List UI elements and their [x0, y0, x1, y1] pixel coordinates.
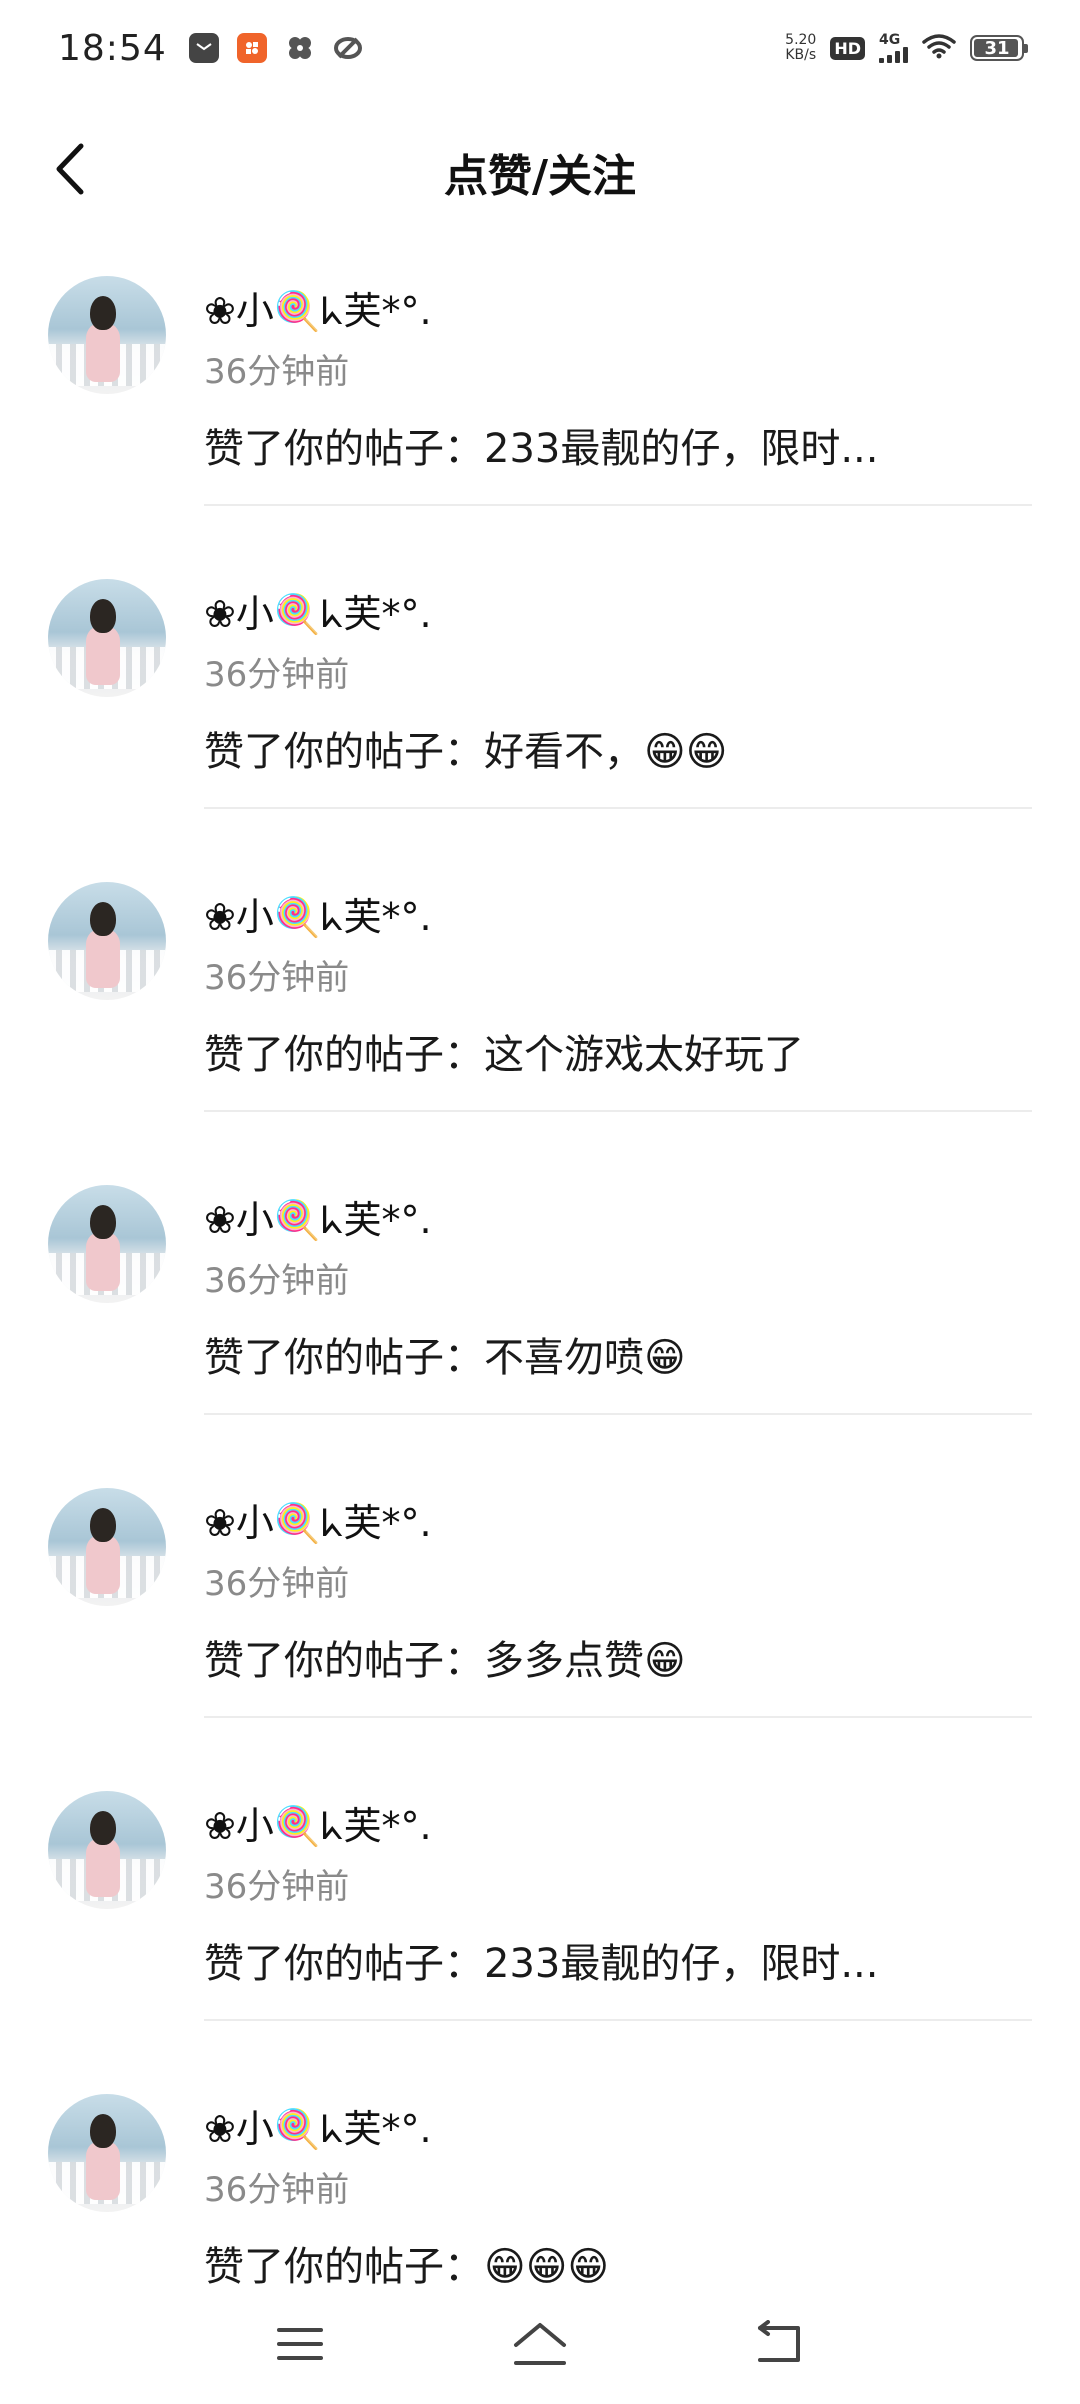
list-item[interactable]: ❀小🍭ᖾ芙*°. 36分钟前 赞了你的帖子：好看不，😁😁	[0, 575, 1080, 878]
username[interactable]: ❀小🍭ᖾ芙*°.	[204, 1189, 432, 1244]
username[interactable]: ❀小🍭ᖾ芙*°.	[204, 886, 432, 941]
home-icon	[514, 2323, 566, 2365]
status-bar: 18:54 5.20 KB/s HD 4G 31	[0, 0, 1080, 96]
network-type: 4G	[879, 32, 901, 48]
username[interactable]: ❀小🍭ᖾ芙*°.	[204, 280, 432, 335]
notification-text[interactable]: 赞了你的帖子：233最靓的仔，限时...	[204, 1931, 879, 1989]
list-item[interactable]: ❀小🍭ᖾ芙*°. 36分钟前 赞了你的帖子：多多点赞😁	[0, 1484, 1080, 1787]
network-speed: 5.20 KB/s	[785, 33, 816, 63]
notification-text[interactable]: 赞了你的帖子：多多点赞😁	[204, 1628, 686, 1686]
username[interactable]: ❀小🍭ᖾ芙*°.	[204, 1795, 432, 1850]
timestamp: 36分钟前	[204, 1867, 350, 1907]
network-speed-value: 5.20	[785, 32, 817, 48]
list-item[interactable]: ❀小🍭ᖾ芙*°. 36分钟前 赞了你的帖子：这个游戏太好玩了	[0, 878, 1080, 1181]
avatar[interactable]	[48, 882, 166, 1000]
notification-text[interactable]: 赞了你的帖子：好看不，😁😁	[204, 719, 727, 777]
timestamp: 36分钟前	[204, 352, 350, 392]
system-navigation-bar	[0, 2284, 1080, 2404]
avatar[interactable]	[48, 579, 166, 697]
menu-button[interactable]	[265, 2314, 335, 2374]
hd-badge: HD	[830, 36, 865, 60]
page-title: 点赞/关注	[443, 151, 637, 202]
timestamp: 36分钟前	[204, 1564, 350, 1604]
avatar[interactable]	[48, 276, 166, 394]
avatar[interactable]	[48, 1791, 166, 1909]
divider	[204, 504, 1032, 506]
wifi-icon	[922, 33, 956, 63]
menu-icon	[277, 2328, 323, 2360]
list-item[interactable]: ❀小🍭ᖾ芙*°. 36分钟前 赞了你的帖子：233最靓的仔，限时...	[0, 272, 1080, 575]
pinwheel-app-icon	[285, 33, 315, 63]
list-item[interactable]: ❀小🍭ᖾ芙*°. 36分钟前 赞了你的帖子：233最靓的仔，限时...	[0, 1787, 1080, 2090]
avatar[interactable]	[48, 1488, 166, 1606]
game-app-icon	[236, 33, 267, 63]
username[interactable]: ❀小🍭ᖾ芙*°.	[204, 583, 432, 638]
timestamp: 36分钟前	[204, 1261, 350, 1301]
list-item[interactable]: ❀小🍭ᖾ芙*°. 36分钟前 赞了你的帖子：不喜勿喷😁	[0, 1181, 1080, 1484]
back-arrow-icon	[758, 2320, 800, 2362]
divider	[204, 807, 1032, 809]
status-indicators: 5.20 KB/s HD 4G 31	[785, 33, 1028, 63]
link-app-icon	[333, 33, 363, 63]
divider	[204, 1716, 1032, 1718]
username[interactable]: ❀小🍭ᖾ芙*°.	[204, 1492, 432, 1547]
notification-text[interactable]: 赞了你的帖子：这个游戏太好玩了	[204, 1022, 804, 1080]
notification-text[interactable]: 赞了你的帖子：233最靓的仔，限时...	[204, 416, 879, 474]
home-button[interactable]	[505, 2314, 575, 2374]
timestamp: 36分钟前	[204, 2170, 350, 2210]
status-time: 18:54	[58, 27, 167, 69]
divider	[204, 1413, 1032, 1415]
network-speed-unit: KB/s	[785, 47, 817, 63]
battery-level: 31	[984, 37, 1010, 59]
avatar[interactable]	[48, 1185, 166, 1303]
battery-icon: 31	[970, 35, 1028, 61]
timestamp: 36分钟前	[204, 958, 350, 998]
timestamp: 36分钟前	[204, 655, 350, 695]
back-nav-button[interactable]	[745, 2314, 815, 2374]
username[interactable]: ❀小🍭ᖾ芙*°.	[204, 2098, 432, 2153]
divider	[204, 2019, 1032, 2021]
cellular-signal-icon: 4G	[879, 33, 908, 63]
divider	[204, 1110, 1032, 1112]
notification-list[interactable]: ❀小🍭ᖾ芙*°. 36分钟前 赞了你的帖子：233最靓的仔，限时... ❀小🍭ᖾ…	[0, 272, 1080, 2393]
notification-text[interactable]: 赞了你的帖子：不喜勿喷😁	[204, 1325, 686, 1383]
avatar[interactable]	[48, 2094, 166, 2212]
message-app-icon	[188, 33, 219, 63]
page-header: 点赞/关注	[0, 110, 1080, 230]
